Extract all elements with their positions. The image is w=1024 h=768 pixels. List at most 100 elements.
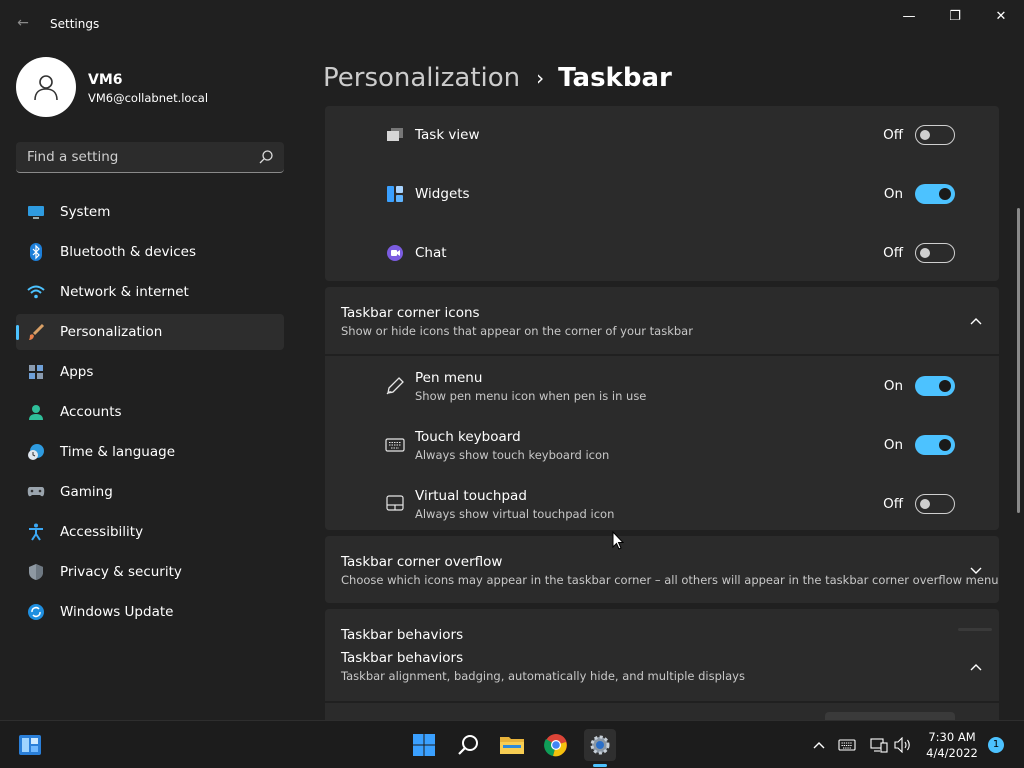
virtual-touchpad-toggle[interactable]: [915, 494, 955, 514]
section-subtitle: Choose which icons may appear in the tas…: [341, 573, 999, 587]
sidebar-item-label: Apps: [60, 364, 94, 380]
search-input[interactable]: Find a setting: [16, 142, 284, 173]
network-icon[interactable]: [870, 737, 888, 753]
behaviors-header[interactable]: Taskbar behaviors Taskbar alignment, bad…: [325, 643, 999, 699]
keyboard-icon: [385, 435, 405, 455]
taskbar-items-card: Task view Off Widgets On Chat Off: [325, 106, 999, 281]
chevron-up-icon[interactable]: [969, 314, 983, 328]
breadcrumb-separator: ›: [536, 66, 545, 90]
pen-menu-toggle[interactable]: [915, 376, 955, 396]
sidebar-item-label: Bluetooth & devices: [60, 244, 197, 260]
chat-icon: [385, 243, 405, 263]
gear-icon: [590, 735, 610, 755]
brush-icon: [27, 323, 45, 341]
widgets-toggle[interactable]: [915, 184, 955, 204]
chevron-down-icon[interactable]: [969, 563, 983, 577]
sidebar-nav: System Bluetooth & devices Network & int…: [16, 194, 284, 634]
sidebar-item-apps[interactable]: Apps: [16, 354, 284, 390]
sidebar-item-label: Accounts: [60, 404, 122, 420]
sidebar-item-network[interactable]: Network & internet: [16, 274, 284, 310]
breadcrumb: Personalization › Taskbar: [323, 58, 672, 98]
sidebar-item-time-language[interactable]: Time & language: [16, 434, 284, 470]
corner-icons-card: Taskbar corner icons Show or hide icons …: [325, 287, 999, 530]
page-title: Taskbar: [558, 63, 672, 93]
sidebar-item-label: Accessibility: [60, 524, 144, 540]
sidebar-item-system[interactable]: System: [16, 194, 284, 230]
setting-row-task-view: Task view Off: [325, 106, 999, 164]
windows-logo-icon: [413, 734, 435, 756]
file-explorer-button[interactable]: [496, 729, 528, 761]
search-taskbar-button[interactable]: [452, 729, 484, 761]
sidebar-item-gaming[interactable]: Gaming: [16, 474, 284, 510]
task-view-toggle[interactable]: [915, 125, 955, 145]
widgets-icon: [19, 735, 41, 755]
corner-icons-header[interactable]: Taskbar corner icons Show or hide icons …: [325, 287, 999, 354]
app-title: Settings: [50, 17, 100, 31]
section-subtitle: Show or hide icons that appear on the co…: [341, 324, 693, 338]
behaviors-card: Taskbar behaviors Taskbar behaviors Task…: [325, 609, 999, 720]
scrollbar[interactable]: [1017, 208, 1020, 513]
sidebar-item-label: Gaming: [60, 484, 113, 500]
active-app-indicator: [593, 764, 607, 767]
volume-icon[interactable]: [894, 737, 912, 753]
breadcrumb-parent[interactable]: Personalization: [323, 63, 520, 93]
taskbar: 7:30 AM 4/4/2022 1: [0, 720, 1024, 768]
setting-title: Chat: [415, 245, 447, 261]
pen-icon: [385, 376, 405, 396]
chrome-icon: [544, 734, 567, 757]
folder-icon: [500, 737, 524, 754]
alignment-dropdown[interactable]: [825, 712, 955, 720]
touch-keyboard-toggle[interactable]: [915, 435, 955, 455]
sidebar-item-label: Personalization: [60, 324, 163, 340]
search-icon[interactable]: [258, 149, 274, 165]
section-subtitle: Taskbar alignment, badging, automaticall…: [341, 669, 745, 683]
bluetooth-icon: [27, 243, 45, 261]
setting-title: Touch keyboard: [415, 429, 521, 445]
chat-toggle[interactable]: [915, 243, 955, 263]
sidebar-item-accounts[interactable]: Accounts: [16, 394, 284, 430]
toggle-state-label: On: [883, 186, 903, 202]
chevron-up-icon[interactable]: [969, 660, 983, 674]
sidebar-item-accessibility[interactable]: Accessibility: [16, 514, 284, 550]
settings-taskbar-button[interactable]: [584, 729, 616, 761]
setting-subtitle: Always show touch keyboard icon: [415, 448, 610, 462]
gamepad-icon: [27, 483, 45, 501]
sidebar-item-privacy[interactable]: Privacy & security: [16, 554, 284, 590]
back-button[interactable]: ←: [12, 12, 34, 34]
toggle-state-label: On: [883, 378, 903, 394]
setting-subtitle: Show pen menu icon when pen is in use: [415, 389, 647, 403]
sidebar-item-bluetooth[interactable]: Bluetooth & devices: [16, 234, 284, 270]
section-title: Taskbar corner overflow: [341, 554, 503, 570]
widgets-taskbar-button[interactable]: [14, 729, 46, 761]
avatar[interactable]: [16, 57, 76, 117]
corner-overflow-card[interactable]: Taskbar corner overflow Choose which ico…: [325, 536, 999, 603]
title-bar: ← Settings — ❐ ✕: [0, 0, 1024, 48]
section-ghost-title: Taskbar behaviors: [341, 627, 464, 643]
sidebar-item-personalization[interactable]: Personalization: [16, 314, 284, 350]
monitor-icon: [27, 203, 45, 221]
update-icon: [27, 603, 45, 621]
setting-row-widgets: Widgets On: [325, 164, 999, 223]
keyboard-icon[interactable]: [838, 737, 856, 753]
task-view-icon: [385, 125, 405, 145]
chrome-button[interactable]: [540, 729, 572, 761]
setting-row-virtual-touchpad: Virtual touchpad Always show virtual tou…: [325, 474, 999, 530]
sidebar-item-windows-update[interactable]: Windows Update: [16, 594, 284, 630]
minimize-button[interactable]: —: [889, 6, 929, 28]
notification-badge[interactable]: 1: [988, 737, 1004, 753]
start-button[interactable]: [408, 729, 440, 761]
setting-title: Task view: [415, 127, 480, 143]
sidebar-item-label: Time & language: [60, 444, 176, 460]
close-button[interactable]: ✕: [981, 6, 1021, 28]
clock-time[interactable]: 7:30 AM: [924, 730, 980, 744]
clock-date[interactable]: 4/4/2022: [924, 746, 980, 760]
sidebar-item-label: Windows Update: [60, 604, 174, 620]
settings-content: Task view Off Widgets On Chat Off Taskba…: [325, 106, 999, 720]
maximize-button[interactable]: ❐: [935, 6, 975, 28]
accessibility-icon: [27, 523, 45, 541]
chevron-up-icon[interactable]: [810, 737, 828, 753]
section-title: Taskbar behaviors: [341, 650, 464, 666]
person-icon: [34, 75, 58, 101]
divider: [325, 701, 999, 703]
setting-row-chat: Chat Off: [325, 223, 999, 281]
